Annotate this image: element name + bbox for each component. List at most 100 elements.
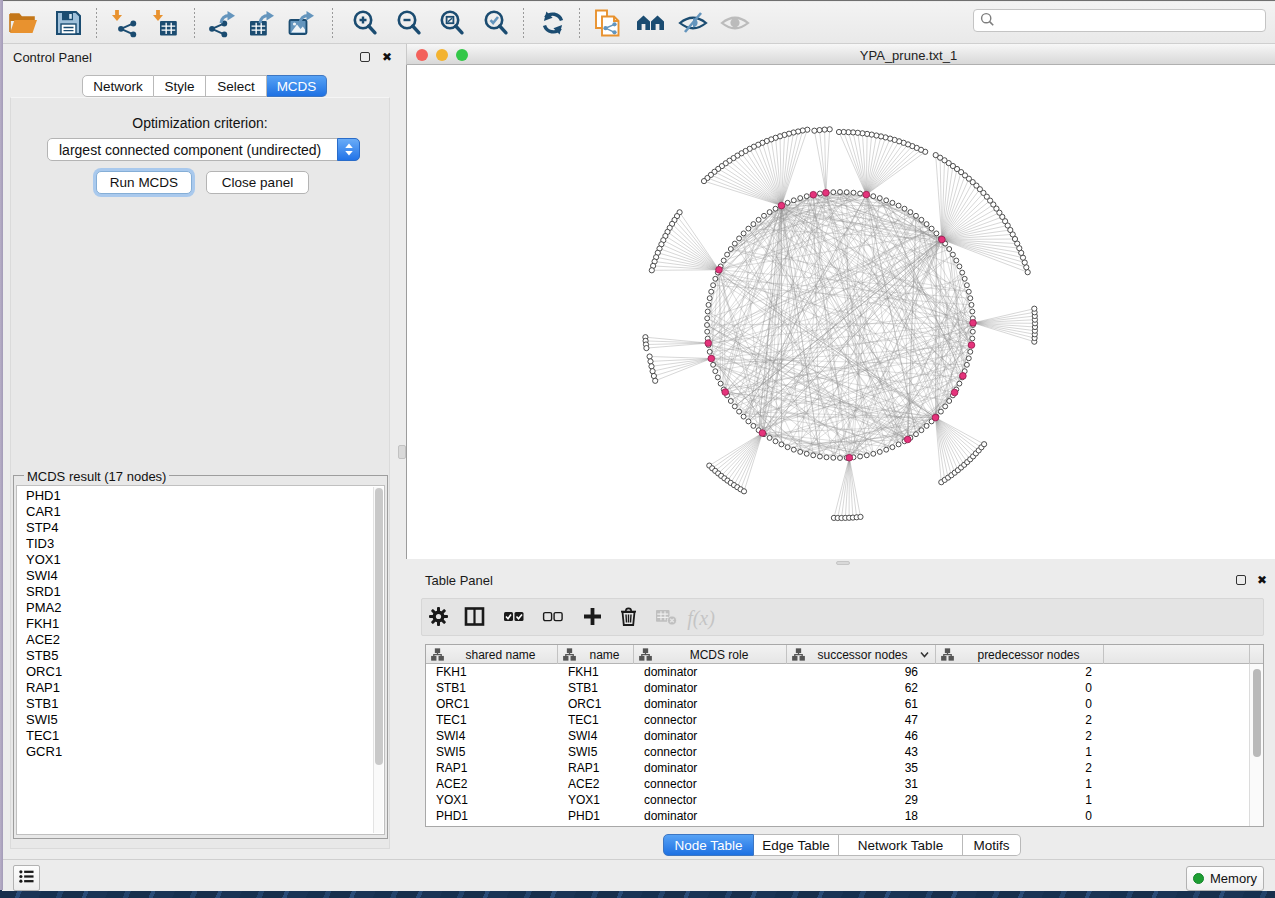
mcds-result-list[interactable]: PHD1CAR1STP4TID3YOX1SWI4SRD1PMA2FKH1ACE2… — [16, 485, 385, 835]
table-row[interactable]: FKH1FKH1dominator962 — [426, 664, 1263, 680]
table-row[interactable]: ORC1ORC1dominator610 — [426, 696, 1263, 712]
result-list-item[interactable]: RAP1 — [17, 680, 384, 696]
close-panel-button[interactable]: Close panel — [206, 171, 309, 194]
tab-network[interactable]: Network — [82, 75, 154, 97]
run-mcds-button[interactable]: Run MCDS — [96, 171, 192, 194]
open-folder-button[interactable] — [7, 7, 39, 39]
show-eye-button[interactable] — [719, 7, 751, 39]
column-header-predecessor-nodes[interactable]: predecessor nodes — [936, 645, 1104, 664]
close-panel-icon[interactable]: ✖ — [380, 50, 394, 64]
plus-button[interactable] — [580, 606, 604, 630]
result-list-item[interactable]: ORC1 — [17, 664, 384, 680]
import-table-button[interactable] — [149, 7, 181, 39]
export-image-button[interactable] — [286, 7, 318, 39]
cell-MCDS-role: connector — [634, 712, 787, 728]
tab-network-table[interactable]: Network Table — [839, 834, 963, 856]
save-button[interactable] — [52, 7, 84, 39]
cell-predecessor-nodes: 2 — [936, 664, 1104, 680]
memory-button[interactable]: Memory — [1186, 866, 1264, 891]
two-houses-icon — [636, 8, 666, 38]
cell-predecessor-nodes: 0 — [936, 808, 1104, 824]
result-list-item[interactable]: SRD1 — [17, 584, 384, 600]
table-scroll-thumb[interactable] — [1253, 669, 1261, 757]
zoom-in-button[interactable] — [349, 7, 381, 39]
panel-list-button[interactable] — [13, 865, 40, 891]
table-row[interactable]: STB1STB1dominator620 — [426, 680, 1263, 696]
export-table-button[interactable] — [246, 7, 278, 39]
table-row[interactable]: ACE2ACE2connector311 — [426, 776, 1263, 792]
import-network-button[interactable] — [108, 7, 140, 39]
hierarchy-icon — [426, 648, 444, 661]
tab-motifs[interactable]: Motifs — [963, 834, 1021, 856]
tab-edge-table[interactable]: Edge Table — [754, 834, 839, 856]
network-window-titlebar: YPA_prune.txt_1 — [406, 44, 1275, 65]
gear-button[interactable] — [426, 606, 450, 630]
result-list-item[interactable]: PMA2 — [17, 600, 384, 616]
table-row[interactable]: PHD1PHD1dominator180 — [426, 808, 1263, 824]
toolbar-separator — [523, 8, 524, 38]
network-canvas[interactable] — [406, 65, 1275, 559]
maximize-window-icon[interactable] — [456, 49, 468, 61]
split-columns-icon — [464, 606, 485, 631]
result-list-item[interactable]: STP4 — [17, 520, 384, 536]
tab-node-table[interactable]: Node Table — [663, 834, 754, 856]
result-list-item[interactable]: PHD1 — [17, 488, 384, 504]
result-list-scroll-thumb[interactable] — [375, 488, 383, 765]
column-header-name[interactable]: name — [558, 645, 634, 664]
trash-button[interactable] — [616, 606, 640, 630]
table-row[interactable]: YOX1YOX1connector291 — [426, 792, 1263, 808]
column-header-MCDS-role[interactable]: MCDS role — [634, 645, 787, 664]
result-list-item[interactable]: STB5 — [17, 648, 384, 664]
tab-select[interactable]: Select — [206, 75, 267, 97]
tab-mcds[interactable]: MCDS — [267, 75, 327, 97]
result-list-item[interactable]: STB1 — [17, 696, 384, 712]
result-list-item[interactable]: SWI5 — [17, 712, 384, 728]
close-table-panel-icon[interactable]: ✖ — [1255, 573, 1269, 587]
export-network-button[interactable] — [207, 7, 239, 39]
search-input[interactable] — [994, 10, 1265, 31]
checked-boxes-button[interactable] — [501, 606, 525, 630]
unchecked-boxes-button[interactable] — [540, 606, 564, 630]
table-scrollbar[interactable] — [1249, 664, 1263, 826]
zoom-out-button[interactable] — [393, 7, 425, 39]
result-list-item[interactable]: ACE2 — [17, 632, 384, 648]
result-list-item[interactable]: TID3 — [17, 536, 384, 552]
horizontal-split-handle[interactable] — [836, 561, 850, 565]
split-columns-button[interactable] — [462, 606, 486, 630]
result-list-item[interactable]: YOX1 — [17, 552, 384, 568]
vertical-split-handle[interactable] — [398, 445, 406, 459]
refresh-button[interactable] — [537, 7, 569, 39]
cell-name: TEC1 — [558, 712, 634, 728]
result-list-item[interactable]: CAR1 — [17, 504, 384, 520]
hierarchy-icon — [787, 648, 805, 661]
table-row[interactable]: SWI4SWI4dominator462 — [426, 728, 1263, 744]
bulleted-list-icon — [19, 869, 34, 888]
result-list-item[interactable]: TEC1 — [17, 728, 384, 744]
column-header-successor-nodes[interactable]: successor nodes — [787, 645, 936, 664]
minimize-window-icon[interactable] — [436, 49, 448, 61]
float-panel-icon[interactable] — [360, 52, 370, 62]
result-list-item[interactable]: FKH1 — [17, 616, 384, 632]
float-table-panel-icon[interactable] — [1236, 575, 1246, 585]
table-row[interactable]: RAP1RAP1dominator352 — [426, 760, 1263, 776]
zoom-fit-button[interactable] — [436, 7, 468, 39]
two-houses-button[interactable] — [635, 7, 667, 39]
control-panel: Control Panel ✖ NetworkStyleSelectMCDS O… — [3, 44, 396, 859]
zoom-selected-button[interactable] — [480, 7, 512, 39]
column-header-shared-name[interactable]: shared name — [426, 645, 558, 664]
tab-style[interactable]: Style — [154, 75, 206, 97]
zoom-selected-icon — [481, 8, 511, 38]
table-row[interactable]: TEC1TEC1connector472 — [426, 712, 1263, 728]
criterion-dropdown[interactable]: largest connected component (undirected) — [47, 138, 360, 161]
result-list-item[interactable]: SWI4 — [17, 568, 384, 584]
search-box[interactable] — [973, 9, 1266, 32]
result-list-item[interactable]: GCR1 — [17, 744, 384, 760]
result-list-scrollbar[interactable] — [373, 487, 383, 833]
function-fx-button: f(x) — [689, 606, 713, 630]
close-window-icon[interactable] — [416, 49, 428, 61]
hide-eye-button[interactable] — [677, 7, 709, 39]
dropdown-arrows-icon — [337, 138, 360, 161]
main-toolbar — [2, 2, 1275, 44]
table-row[interactable]: SWI5SWI5connector431 — [426, 744, 1263, 760]
clone-network-button[interactable] — [592, 7, 624, 39]
